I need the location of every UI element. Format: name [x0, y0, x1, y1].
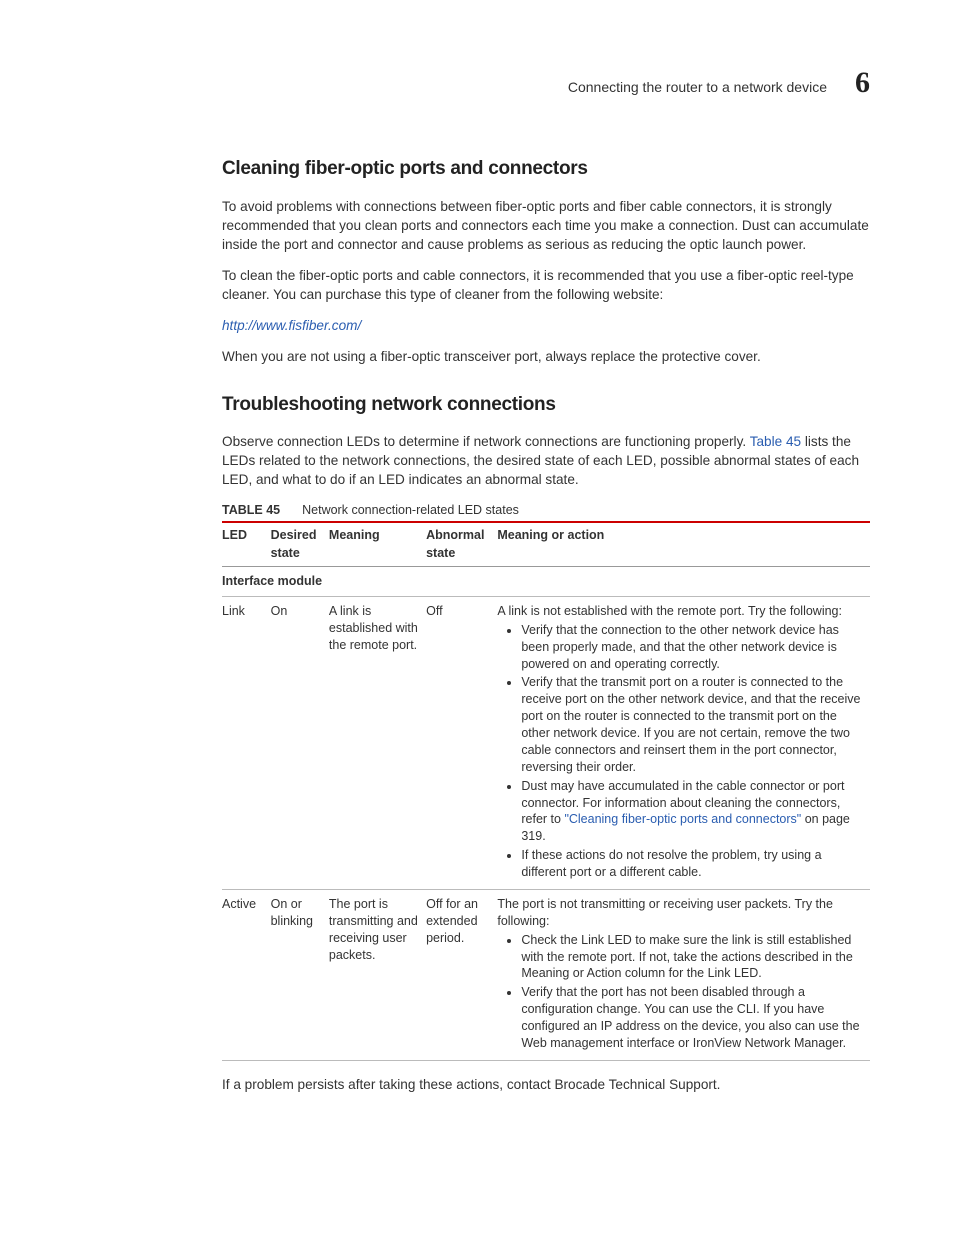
cell-action: A link is not established with the remot…: [497, 596, 870, 889]
col-header-abnormal: Abnormal state: [426, 522, 497, 567]
col-header-meaning: Meaning: [329, 522, 426, 567]
table-subheader-row: Interface module: [222, 567, 870, 597]
table-subheader: Interface module: [222, 567, 870, 597]
chapter-number: 6: [855, 62, 870, 104]
page-content: Cleaning fiber-optic ports and connector…: [222, 156, 870, 1094]
external-link-line: http://www.fisfiber.com/: [222, 316, 870, 335]
cell-action: The port is not transmitting or receivin…: [497, 889, 870, 1060]
cell-desired: On: [271, 596, 329, 889]
table-row: Active On or blinking The port is transm…: [222, 889, 870, 1060]
action-list: Check the Link LED to make sure the link…: [497, 932, 862, 1052]
body-text: If a problem persists after taking these…: [222, 1075, 870, 1094]
cell-led: Link: [222, 596, 271, 889]
table-row: Link On A link is established with the r…: [222, 596, 870, 889]
cell-meaning: The port is transmitting and receiving u…: [329, 889, 426, 1060]
heading-troubleshooting: Troubleshooting network connections: [222, 392, 870, 419]
cell-abnormal: Off: [426, 596, 497, 889]
action-intro: The port is not transmitting or receivin…: [497, 897, 833, 928]
list-item: Dust may have accumulated in the cable c…: [521, 778, 862, 846]
body-text: To avoid problems with connections betwe…: [222, 197, 870, 254]
page-header: Connecting the router to a network devic…: [84, 62, 870, 104]
table-label: TABLE 45: [222, 503, 280, 517]
external-link[interactable]: http://www.fisfiber.com/: [222, 318, 361, 333]
text-fragment: Observe connection LEDs to determine if …: [222, 434, 750, 449]
list-item: Verify that the port has not been disabl…: [521, 984, 862, 1052]
list-item: If these actions do not resolve the prob…: [521, 847, 862, 881]
table-title: Network connection-related LED states: [302, 503, 519, 517]
body-text: Observe connection LEDs to determine if …: [222, 432, 870, 489]
table-caption: TABLE 45 Network connection-related LED s…: [222, 502, 870, 520]
list-item: Check the Link LED to make sure the link…: [521, 932, 862, 983]
cell-desired: On or blinking: [271, 889, 329, 1060]
table-header-row: LED Desired state Meaning Abnormal state…: [222, 522, 870, 567]
cross-ref-link[interactable]: Table 45: [750, 434, 801, 449]
led-states-table: LED Desired state Meaning Abnormal state…: [222, 521, 870, 1061]
cell-meaning: A link is established with the remote po…: [329, 596, 426, 889]
body-text: When you are not using a fiber-optic tra…: [222, 347, 870, 366]
body-text: To clean the fiber-optic ports and cable…: [222, 266, 870, 304]
cell-abnormal: Off for an extended period.: [426, 889, 497, 1060]
heading-cleaning: Cleaning fiber-optic ports and connector…: [222, 156, 870, 183]
list-item: Verify that the transmit port on a route…: [521, 674, 862, 775]
action-list: Verify that the connection to the other …: [497, 622, 862, 881]
action-intro: A link is not established with the remot…: [497, 604, 842, 618]
cell-led: Active: [222, 889, 271, 1060]
col-header-led: LED: [222, 522, 271, 567]
col-header-action: Meaning or action: [497, 522, 870, 567]
cross-ref-link[interactable]: "Cleaning fiber-optic ports and connecto…: [564, 812, 801, 826]
col-header-desired: Desired state: [271, 522, 329, 567]
header-section-title: Connecting the router to a network devic…: [568, 78, 827, 98]
list-item: Verify that the connection to the other …: [521, 622, 862, 673]
